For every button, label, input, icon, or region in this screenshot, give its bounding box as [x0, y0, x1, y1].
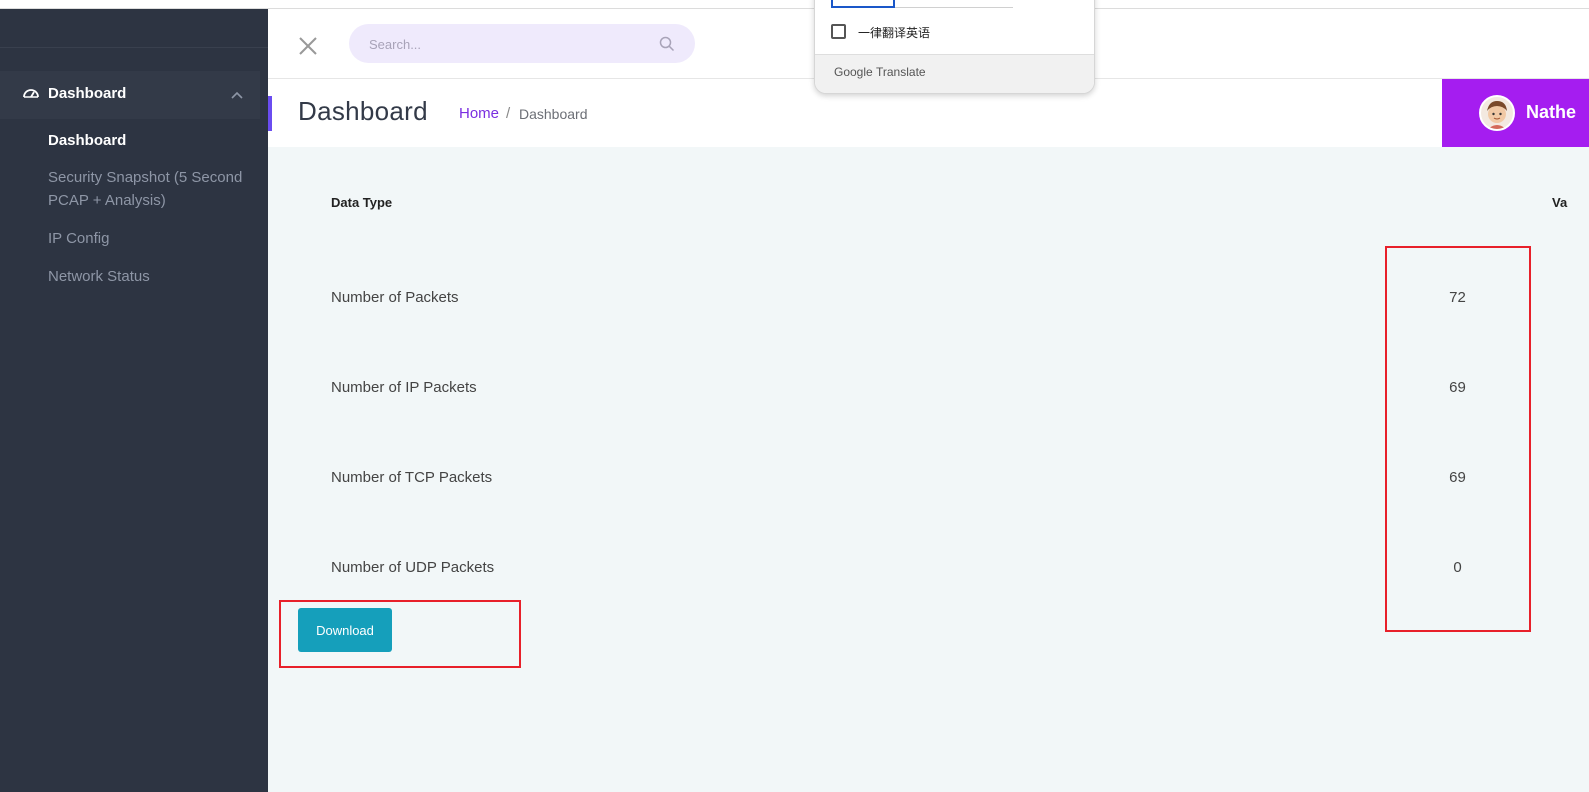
- table-row-value: 0: [1453, 559, 1462, 576]
- column-header-value: Va: [1552, 195, 1568, 210]
- sidebar-section-label: Dashboard: [48, 85, 127, 102]
- download-button[interactable]: Download: [298, 608, 392, 652]
- translate-tab-divider: [895, 7, 1013, 8]
- translate-brand-text: Translate: [876, 65, 926, 79]
- table-row-label: Number of Packets: [331, 289, 459, 306]
- sidebar-section-dashboard[interactable]: Dashboard: [0, 71, 260, 119]
- table-row-label: Number of UDP Packets: [331, 559, 495, 576]
- breadcrumb-separator: /: [506, 105, 511, 122]
- title-accent-bar: [268, 96, 272, 131]
- translate-popup-footer: Google Translate: [815, 54, 1094, 93]
- close-icon[interactable]: [296, 34, 320, 58]
- browser-top-strip: [0, 0, 1589, 9]
- table-row-value: 69: [1449, 379, 1466, 396]
- user-name: Nathe: [1526, 102, 1577, 122]
- sidebar-item-dashboard[interactable]: Dashboard: [48, 129, 248, 152]
- sidebar: Dashboard Dashboard Security Snapshot (5…: [0, 9, 268, 792]
- table-row-value: 69: [1449, 469, 1466, 486]
- google-translate-popup: 一律翻译英语 Google Translate: [814, 0, 1095, 94]
- table-row-value: 72: [1449, 289, 1466, 306]
- dashboard-gauge-icon: [22, 86, 40, 100]
- sidebar-divider: [0, 47, 268, 48]
- user-menu[interactable]: Nathe: [1442, 79, 1589, 147]
- chevron-up-icon[interactable]: [229, 88, 245, 100]
- sidebar-item-ip-config[interactable]: IP Config: [48, 227, 248, 250]
- always-translate-label: 一律翻译英语: [858, 26, 931, 40]
- sidebar-item-network-status[interactable]: Network Status: [48, 265, 248, 288]
- column-header-data-type: Data Type: [331, 195, 393, 210]
- search-box: [349, 24, 695, 63]
- breadcrumb-home-link[interactable]: Home: [459, 105, 499, 122]
- sidebar-item-security-snapshot[interactable]: Security Snapshot (5 Second PCAP + Analy…: [48, 166, 248, 212]
- google-logo-text: Google: [834, 65, 873, 79]
- breadcrumb-current: Dashboard: [519, 106, 588, 122]
- search-input[interactable]: [369, 34, 649, 54]
- page-title: Dashboard: [298, 96, 428, 126]
- avatar: [1479, 95, 1515, 131]
- table-row-label: Number of IP Packets: [331, 379, 477, 396]
- translate-tab-selected[interactable]: [831, 0, 895, 8]
- search-icon[interactable]: [659, 36, 675, 52]
- table-row-label: Number of TCP Packets: [331, 469, 493, 486]
- always-translate-checkbox[interactable]: [831, 24, 846, 39]
